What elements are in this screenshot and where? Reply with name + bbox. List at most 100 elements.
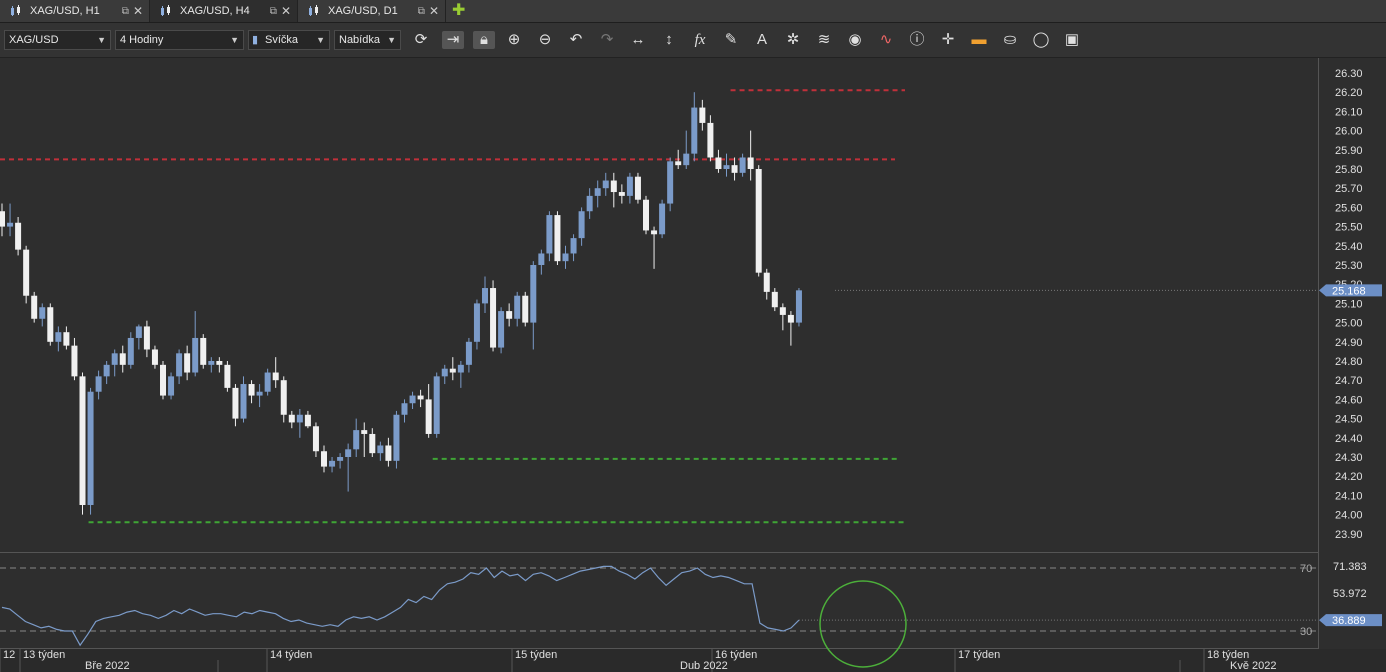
popout-icon[interactable]: ⧉: [122, 6, 129, 17]
crosshair-star-icon[interactable]: ✲: [783, 31, 803, 49]
candle-body: [176, 353, 183, 377]
save-icon[interactable]: ▣: [1062, 31, 1082, 49]
candle-body: [232, 387, 239, 419]
price-tick-label: 23.90: [1335, 529, 1363, 541]
price-tick-label: 25.10: [1335, 298, 1363, 310]
candle-body: [554, 215, 561, 262]
chevron-down-icon: ▼: [387, 35, 396, 45]
indicator-level-label: 30: [1300, 626, 1312, 638]
paint-bucket-icon[interactable]: ⛀: [1000, 31, 1020, 49]
candle-body: [707, 122, 714, 158]
candle-body: [771, 291, 778, 308]
candle-body: [691, 107, 698, 154]
circle-icon[interactable]: ◯: [1031, 31, 1051, 49]
candle-body: [779, 307, 786, 315]
vertical-arrows-icon[interactable]: ↕: [659, 31, 679, 49]
menu-select[interactable]: Nabídka ▼: [334, 30, 401, 50]
eye-icon[interactable]: ◉: [845, 31, 865, 49]
close-icon[interactable]: ✕: [429, 4, 439, 18]
tab-xagusd-h4[interactable]: XAG/USD, H4 ⧉ ✕: [150, 0, 298, 22]
candle-body: [304, 414, 311, 427]
candle-body: [369, 433, 376, 454]
candle-body: [23, 249, 30, 296]
candle-body: [538, 253, 545, 265]
candle-body: [337, 457, 344, 461]
price-chart[interactable]: 26.30 26.20 26.10 26.00 25.90 25.80 25.70 25.60…: [0, 58, 1386, 672]
tab-bar: XAG/USD, H1 ⧉ ✕ XAG/USD, H4 ⧉ ✕ XAG/USD,…: [0, 0, 1386, 23]
candle-body: [417, 395, 424, 400]
candlestick-icon: [11, 5, 20, 16]
candlestick-icon: [161, 5, 170, 16]
candle-body: [659, 203, 666, 235]
indicator-plot-area[interactable]: [0, 553, 1318, 648]
add-chart-tab-icon[interactable]: ✚: [452, 2, 470, 20]
timeframe-select[interactable]: 4 Hodiny ▼: [115, 30, 244, 50]
candle-body: [393, 414, 400, 461]
close-icon[interactable]: ✕: [281, 4, 291, 18]
price-tick-label: 25.30: [1335, 260, 1363, 272]
price-tick-label: 25.40: [1335, 241, 1363, 253]
candle-body: [433, 376, 440, 434]
tab-xagusd-h1[interactable]: XAG/USD, H1 ⧉ ✕: [0, 0, 150, 22]
text-icon[interactable]: A: [752, 31, 772, 49]
candle-body: [546, 215, 553, 254]
candle-body: [473, 303, 480, 342]
horizontal-arrows-icon[interactable]: ↔: [628, 31, 648, 49]
candle-body: [514, 295, 521, 319]
popout-icon[interactable]: ⧉: [418, 6, 425, 17]
tab-xagusd-d1[interactable]: XAG/USD, D1 ⧉ ✕: [298, 0, 446, 22]
candle-body: [683, 153, 690, 166]
candle-body: [755, 169, 762, 273]
color-bar-icon[interactable]: ▬: [969, 31, 989, 49]
candle-body: [409, 395, 416, 404]
popout-icon[interactable]: ⧉: [270, 6, 277, 17]
candle-body: [111, 353, 118, 365]
candle-body: [143, 326, 150, 350]
candle-body: [264, 372, 271, 392]
lock-icon[interactable]: 🔒︎: [473, 31, 495, 49]
candle-body: [71, 345, 78, 377]
candle-body: [618, 192, 625, 196]
candle-body: [87, 391, 94, 505]
chart-type-select-value: Svíčka: [265, 34, 299, 46]
candle-body: [160, 364, 166, 396]
candle-body: [634, 176, 641, 200]
candle-body: [530, 265, 537, 323]
candle-body: [55, 332, 62, 342]
candle-body: [184, 353, 191, 373]
candle-body: [578, 211, 585, 239]
candle-body: [312, 426, 319, 452]
price-tick-label: 24.40: [1335, 433, 1363, 445]
candle-body: [425, 399, 432, 434]
candle-body: [594, 188, 601, 196]
chart-type-select[interactable]: ▮ Svíčka ▼: [248, 30, 330, 50]
candle-body: [763, 272, 770, 292]
scroll-to-end-icon[interactable]: ⇥: [442, 31, 464, 49]
indicator-axis-label: 71.383: [1333, 561, 1367, 573]
candle-body: [296, 414, 303, 423]
symbol-select[interactable]: XAG/USD ▼: [4, 30, 111, 50]
cross-icon[interactable]: ✛: [938, 31, 958, 49]
main-plot-area[interactable]: [0, 58, 1318, 552]
candle-body: [586, 195, 593, 212]
zoom-out-icon[interactable]: ⊖: [535, 31, 555, 49]
zoom-in-icon[interactable]: ⊕: [504, 31, 524, 49]
info-icon[interactable]: ⓘ: [907, 31, 927, 49]
fx-icon[interactable]: fx: [690, 31, 710, 49]
indicator-value-label: 36.889: [1332, 615, 1366, 627]
candle-body: [224, 364, 231, 388]
layers-icon[interactable]: ≋: [814, 31, 834, 49]
candle-body: [135, 326, 142, 338]
candle-body: [7, 222, 14, 227]
price-tick-label: 26.10: [1335, 106, 1363, 118]
refresh-icon[interactable]: ⟳: [411, 31, 431, 49]
candle-body: [457, 364, 464, 373]
candle-body: [31, 295, 38, 319]
pencil-icon[interactable]: ✎: [721, 31, 741, 49]
candle-body: [482, 288, 488, 304]
close-icon[interactable]: ✕: [133, 4, 143, 18]
indicator-icon[interactable]: ∿: [876, 31, 896, 49]
redo-icon[interactable]: ↷: [597, 31, 617, 49]
undo-icon[interactable]: ↶: [566, 31, 586, 49]
candle-body: [715, 157, 722, 169]
